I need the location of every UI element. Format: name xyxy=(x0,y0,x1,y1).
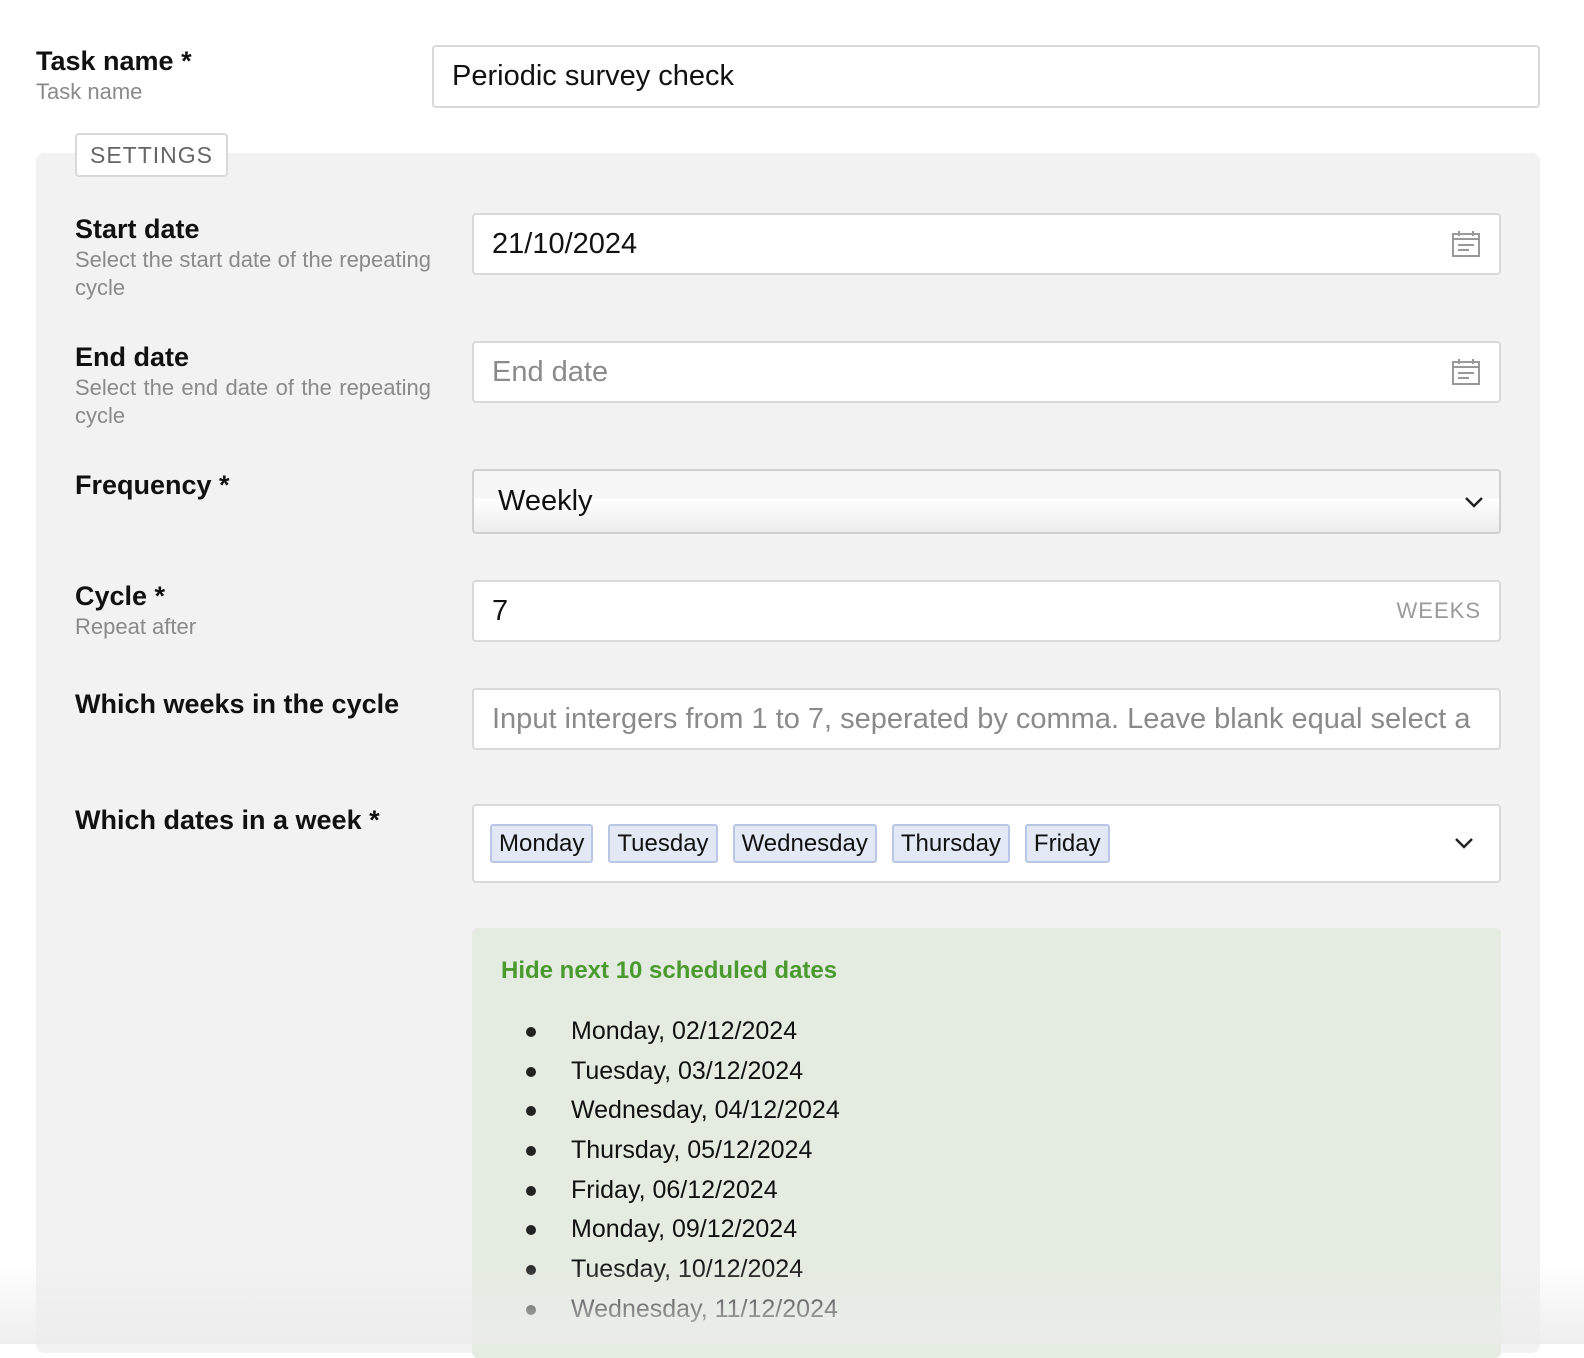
day-chip-friday[interactable]: Friday xyxy=(1024,824,1110,863)
scheduled-date-item: Monday, 02/12/2024 xyxy=(472,1012,840,1052)
day-chip-wednesday[interactable]: Wednesday xyxy=(732,824,877,863)
scheduled-dates-list: Monday, 02/12/2024 Tuesday, 03/12/2024 W… xyxy=(472,1012,840,1330)
chevron-down-icon xyxy=(1465,496,1483,508)
end-date-input[interactable]: End date xyxy=(472,341,1501,403)
day-chip-tuesday[interactable]: Tuesday xyxy=(608,824,718,863)
scheduled-date-item: Tuesday, 03/12/2024 xyxy=(472,1052,840,1092)
cycle-description: Repeat after xyxy=(75,614,197,639)
chevron-down-icon[interactable] xyxy=(1453,834,1475,852)
end-date-description: Select the end date of the repeating cyc… xyxy=(75,375,431,428)
dates-in-week-label-group: Which dates in a week * xyxy=(75,803,380,837)
start-date-label: Start date xyxy=(75,214,200,244)
hide-scheduled-dates-link[interactable]: Hide next 10 scheduled dates xyxy=(501,957,837,985)
start-date-value: 21/10/2024 xyxy=(492,227,638,260)
task-name-value: Periodic survey check xyxy=(452,60,735,92)
dates-in-week-label: Which dates in a week * xyxy=(75,805,380,835)
start-date-label-group: Start date Select the start date of the … xyxy=(75,212,431,302)
scheduled-date-item: Wednesday, 04/12/2024 xyxy=(472,1091,840,1131)
start-date-input[interactable]: 21/10/2024 xyxy=(472,213,1501,275)
calendar-icon[interactable] xyxy=(1451,230,1481,258)
frequency-selected-value: Weekly xyxy=(498,485,593,517)
frequency-label-group: Frequency * xyxy=(75,468,230,502)
start-date-description: Select the start date of the repeating c… xyxy=(75,247,431,300)
cycle-unit: WEEKS xyxy=(1396,598,1481,623)
scheduled-date-item: Friday, 06/12/2024 xyxy=(472,1171,840,1211)
weeks-in-cycle-placeholder: Input intergers from 1 to 7, seperated b… xyxy=(492,702,1471,735)
scheduled-date-item: Monday, 09/12/2024 xyxy=(472,1210,840,1250)
cycle-value: 7 xyxy=(492,594,509,627)
scheduled-date-item: Thursday, 05/12/2024 xyxy=(472,1131,840,1171)
task-name-input[interactable]: Periodic survey check xyxy=(432,45,1540,108)
weeks-in-cycle-label-group: Which weeks in the cycle xyxy=(75,687,399,721)
day-chip-thursday[interactable]: Thursday xyxy=(891,824,1010,863)
task-name-label: Task name * xyxy=(36,46,192,76)
day-chip-monday[interactable]: Monday xyxy=(490,824,594,863)
cycle-label: Cycle * xyxy=(75,581,166,611)
cycle-input[interactable]: 7 WEEKS xyxy=(472,580,1501,642)
scheduled-date-item: Wednesday, 11/12/2024 xyxy=(472,1290,840,1330)
dates-in-week-multiselect[interactable]: Monday Tuesday Wednesday Thursday Friday xyxy=(472,804,1501,883)
frequency-label: Frequency * xyxy=(75,470,230,500)
frequency-select[interactable]: Weekly xyxy=(472,469,1501,534)
end-date-placeholder: End date xyxy=(492,355,609,388)
calendar-icon[interactable] xyxy=(1451,358,1481,386)
weeks-in-cycle-input[interactable]: Input intergers from 1 to 7, seperated b… xyxy=(472,688,1501,750)
scheduled-dates-panel: Hide next 10 scheduled dates Monday, 02/… xyxy=(472,928,1501,1358)
end-date-label-group: End date Select the end date of the repe… xyxy=(75,340,431,430)
weeks-in-cycle-label: Which weeks in the cycle xyxy=(75,689,400,719)
scheduled-date-item: Tuesday, 10/12/2024 xyxy=(472,1250,840,1290)
end-date-label: End date xyxy=(75,342,190,372)
task-name-label-group: Task name * Task name xyxy=(36,44,192,106)
settings-tab[interactable]: SETTINGS xyxy=(75,133,228,177)
task-name-sublabel: Task name xyxy=(36,79,143,104)
cycle-label-group: Cycle * Repeat after xyxy=(75,579,196,641)
